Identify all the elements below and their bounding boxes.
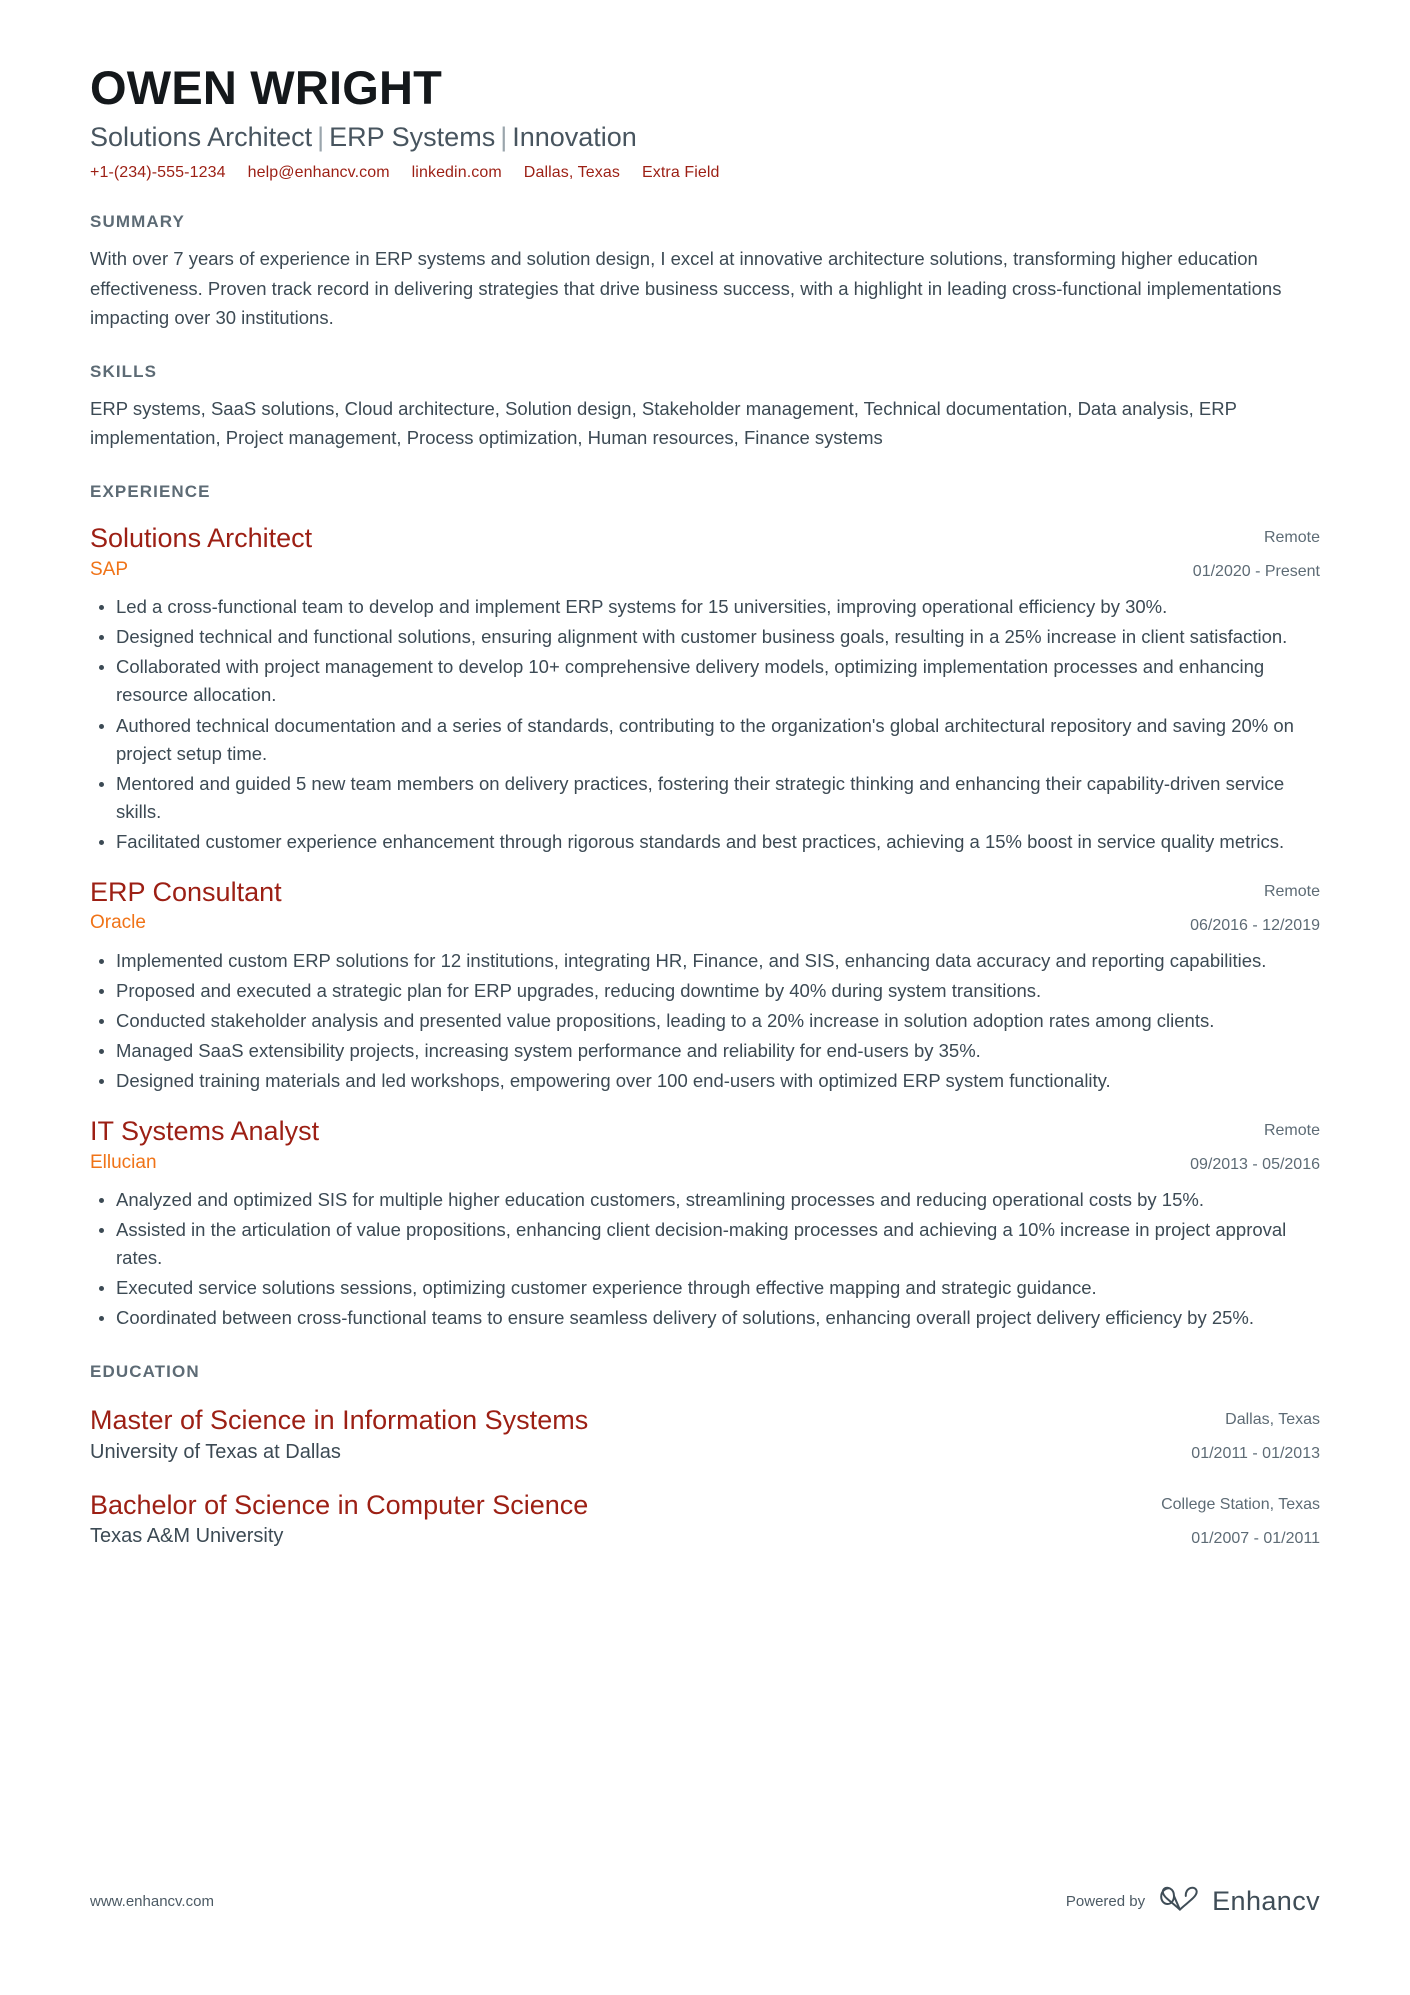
experience-bullet: Authored technical documentation and a s… bbox=[90, 712, 1320, 768]
headline-part-2: ERP Systems bbox=[329, 121, 496, 152]
experience-bullet: Led a cross-functional team to develop a… bbox=[90, 593, 1320, 621]
education-entry-header: Master of Science in Information Systems… bbox=[90, 1404, 1320, 1467]
education-location: Dallas, Texas bbox=[1225, 1411, 1320, 1429]
experience-entry-header: IT Systems Analyst Ellucian Remote 09/20… bbox=[90, 1115, 1320, 1178]
experience-bullet: Designed technical and functional soluti… bbox=[90, 623, 1320, 651]
contact-row: +1-(234)-555-1234 help@enhancv.com linke… bbox=[90, 164, 1320, 182]
experience-entry-meta: Remote 01/2020 - Present bbox=[1193, 522, 1320, 585]
experience-entry-meta: Remote 09/2013 - 05/2016 bbox=[1190, 1115, 1320, 1178]
experience-dates: 01/2020 - Present bbox=[1192, 563, 1320, 581]
contact-phone: +1-(234)-555-1234 bbox=[90, 164, 226, 182]
contact-extra-field: Extra Field bbox=[641, 164, 720, 182]
experience-location: Remote bbox=[1263, 883, 1320, 901]
education-dates: 01/2011 - 01/2013 bbox=[1191, 1445, 1320, 1463]
education-degree: Master of Science in Information Systems bbox=[90, 1405, 589, 1436]
headline-part-1: Solutions Architect bbox=[90, 121, 313, 152]
education-school: University of Texas at Dallas bbox=[90, 1440, 341, 1463]
experience-entry: Solutions Architect SAP Remote 01/2020 -… bbox=[90, 522, 1320, 856]
experience-location: Remote bbox=[1263, 529, 1320, 547]
education-entry-meta: College Station, Texas 01/2007 - 01/2011 bbox=[1161, 1489, 1320, 1552]
headline-separator-2: | bbox=[500, 121, 508, 152]
experience-role: ERP Consultant bbox=[90, 877, 282, 908]
experience-bullet: Executed service solutions sessions, opt… bbox=[90, 1274, 1320, 1302]
experience-entry-left: ERP Consultant Oracle bbox=[90, 876, 1190, 935]
headline-part-3: Innovation bbox=[512, 121, 637, 152]
contact-email[interactable]: help@enhancv.com bbox=[248, 164, 390, 182]
experience-section-title: EXPERIENCE bbox=[90, 482, 211, 502]
footer-branding: Powered by Enhancv bbox=[1066, 1885, 1320, 1917]
education-section-title: EDUCATION bbox=[90, 1362, 200, 1382]
education-entry-left: Bachelor of Science in Computer Science … bbox=[90, 1489, 1161, 1549]
experience-dates: 06/2016 - 12/2019 bbox=[1190, 916, 1320, 934]
experience-bullet: Implemented custom ERP solutions for 12 … bbox=[90, 947, 1320, 975]
experience-entry-meta: Remote 06/2016 - 12/2019 bbox=[1190, 876, 1320, 939]
experience-dates: 09/2013 - 05/2016 bbox=[1190, 1155, 1320, 1173]
education-section: EDUCATION Master of Science in Informati… bbox=[90, 1362, 1320, 1551]
education-entry-header: Bachelor of Science in Computer Science … bbox=[90, 1489, 1320, 1552]
footer-website[interactable]: www.enhancv.com bbox=[90, 1893, 214, 1910]
experience-bullets: Analyzed and optimized SIS for multiple … bbox=[90, 1186, 1320, 1333]
experience-entry-left: IT Systems Analyst Ellucian bbox=[90, 1115, 1190, 1174]
experience-company: SAP bbox=[90, 558, 129, 580]
summary-text: With over 7 years of experience in ERP s… bbox=[90, 248, 1282, 328]
resume-page: OWEN WRIGHT Solutions Architect | ERP Syst… bbox=[0, 0, 1410, 1995]
experience-role: IT Systems Analyst bbox=[90, 1116, 320, 1147]
education-entry: Master of Science in Information Systems… bbox=[90, 1404, 1320, 1467]
education-entry: Bachelor of Science in Computer Science … bbox=[90, 1489, 1320, 1552]
footer-powered-by-label: Powered by bbox=[1065, 1892, 1146, 1910]
skills-section-title: SKILLS bbox=[90, 362, 158, 382]
experience-bullet: Proposed and executed a strategic plan f… bbox=[90, 977, 1320, 1005]
experience-entry: ERP Consultant Oracle Remote 06/2016 - 1… bbox=[90, 876, 1320, 1095]
experience-bullets: Implemented custom ERP solutions for 12 … bbox=[90, 947, 1320, 1096]
education-entry-left: Master of Science in Information Systems… bbox=[90, 1404, 1191, 1464]
education-degree: Bachelor of Science in Computer Science bbox=[90, 1489, 589, 1520]
enhancv-brand: Enhancv bbox=[1159, 1885, 1320, 1917]
contact-linkedin[interactable]: linkedin.com bbox=[412, 164, 502, 182]
education-dates: 01/2007 - 01/2011 bbox=[1191, 1529, 1320, 1547]
education-school: Texas A&M University bbox=[90, 1525, 284, 1548]
summary-section: SUMMARY With over 7 years of experience … bbox=[90, 212, 1320, 332]
education-location: College Station, Texas bbox=[1161, 1495, 1320, 1513]
experience-bullet: Designed training materials and led work… bbox=[90, 1067, 1320, 1095]
experience-section: EXPERIENCE Solutions Architect SAP Remot… bbox=[90, 482, 1320, 1332]
experience-company: Oracle bbox=[90, 912, 146, 934]
experience-location: Remote bbox=[1263, 1122, 1320, 1140]
experience-bullet: Analyzed and optimized SIS for multiple … bbox=[90, 1186, 1320, 1214]
summary-section-title: SUMMARY bbox=[90, 212, 185, 232]
experience-entry: IT Systems Analyst Ellucian Remote 09/20… bbox=[90, 1115, 1320, 1332]
experience-company: Ellucian bbox=[90, 1151, 157, 1173]
contact-location: Dallas, Texas bbox=[523, 164, 620, 182]
experience-bullet: Coordinated between cross-functional tea… bbox=[90, 1304, 1320, 1332]
experience-bullet: Mentored and guided 5 new team members o… bbox=[90, 770, 1320, 826]
page-footer: www.enhancv.com Powered by Enhancv bbox=[90, 1885, 1320, 1917]
education-entry-meta: Dallas, Texas 01/2011 - 01/2013 bbox=[1191, 1404, 1320, 1467]
experience-bullet: Managed SaaS extensibility projects, inc… bbox=[90, 1037, 1320, 1065]
experience-bullet: Conducted stakeholder analysis and prese… bbox=[90, 1007, 1320, 1035]
skills-section: SKILLS ERP systems, SaaS solutions, Clou… bbox=[90, 362, 1320, 452]
skills-text: ERP systems, SaaS solutions, Cloud archi… bbox=[90, 398, 1237, 449]
enhancv-infinity-logo-icon bbox=[1159, 1885, 1201, 1917]
candidate-headline: Solutions Architect | ERP Systems | Innovati… bbox=[90, 121, 1320, 155]
experience-entry-header: Solutions Architect SAP Remote 01/2020 -… bbox=[90, 522, 1320, 585]
experience-role: Solutions Architect bbox=[90, 523, 313, 554]
experience-bullets: Led a cross-functional team to develop a… bbox=[90, 593, 1320, 856]
candidate-name: OWEN WRIGHT bbox=[90, 61, 443, 114]
enhancv-wordmark: Enhancv bbox=[1212, 1885, 1320, 1916]
experience-entry-left: Solutions Architect SAP bbox=[90, 522, 1193, 581]
headline-separator-1: | bbox=[317, 121, 325, 152]
experience-bullet: Assisted in the articulation of value pr… bbox=[90, 1216, 1320, 1272]
experience-bullet: Facilitated customer experience enhancem… bbox=[90, 828, 1320, 856]
experience-entry-header: ERP Consultant Oracle Remote 06/2016 - 1… bbox=[90, 876, 1320, 939]
experience-bullet: Collaborated with project management to … bbox=[90, 653, 1320, 709]
